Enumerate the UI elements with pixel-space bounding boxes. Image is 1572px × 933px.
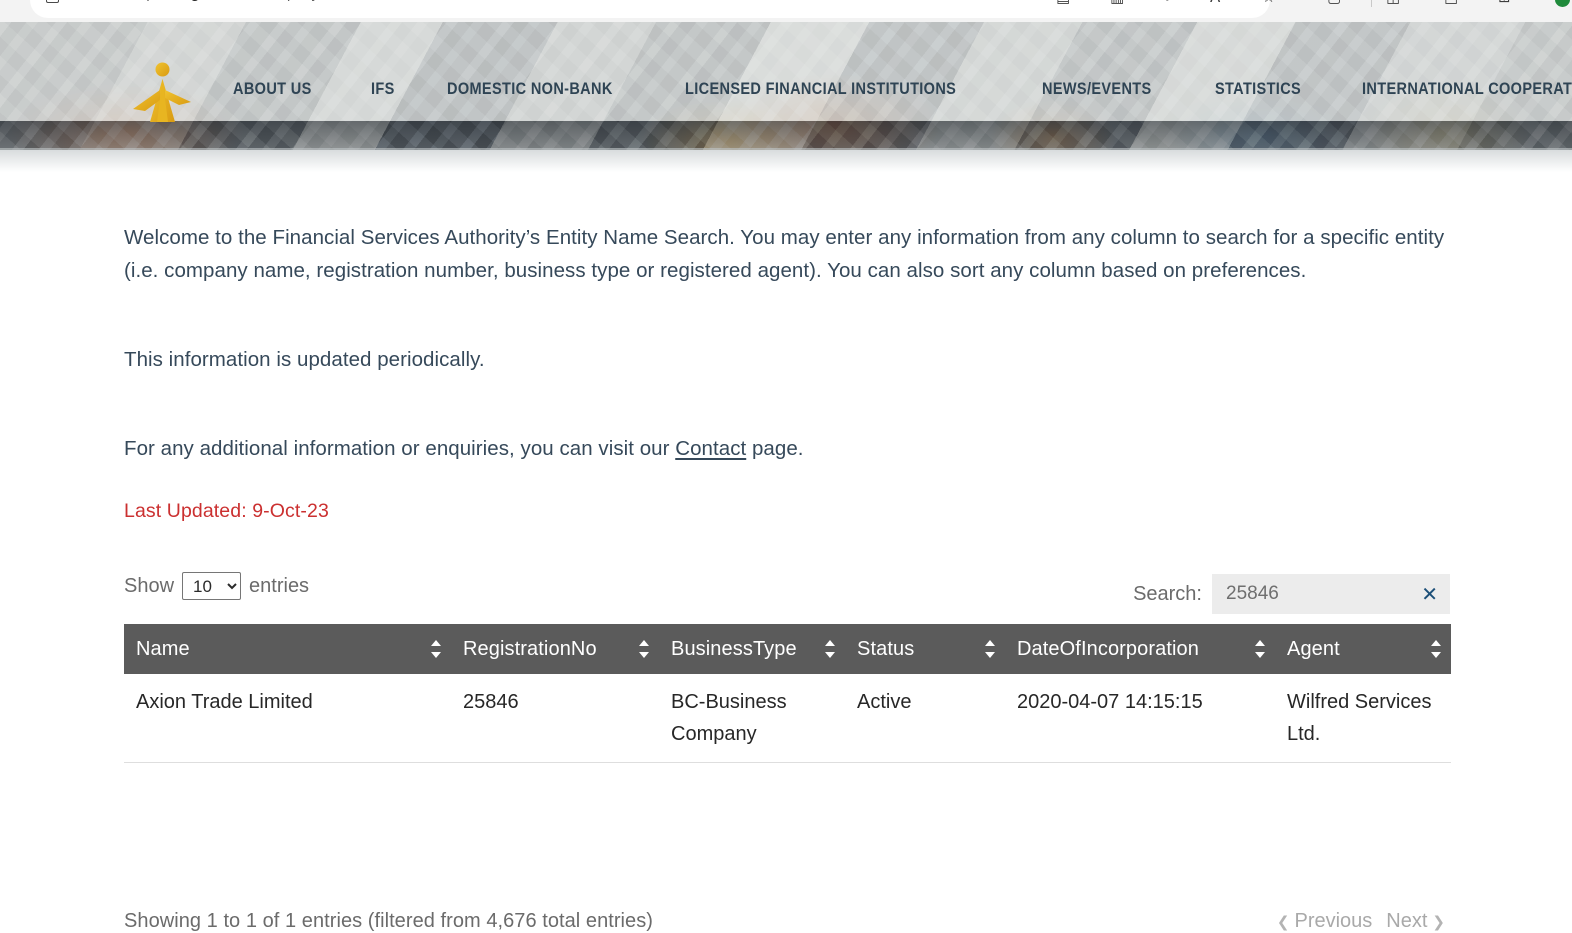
nav-international-cooperation[interactable]: INTERNATIONAL COOPERATION [1362,80,1572,99]
page-length-control: Show 10 25 50 100 entries [124,572,309,600]
url-prefix: https:// [130,0,174,2]
table-body: Axion Trade Limited 25846 BC-Business Co… [124,674,1451,763]
column-header-business-type-label: BusinessType [671,637,797,660]
column-header-registration-no[interactable]: RegistrationNo [451,624,659,674]
last-updated-text: Last Updated: 9-Oct-23 [124,500,329,522]
contact-link[interactable]: Contact [675,437,746,460]
column-header-business-type[interactable]: BusinessType [659,624,845,674]
table-info-text: Showing 1 to 1 of 1 entries (filtered fr… [124,910,653,932]
sort-arrows-icon[interactable] [825,639,836,659]
bookmark-icon[interactable]: ☆ [1262,0,1275,6]
search-input[interactable] [1212,574,1450,614]
cell-business-type: BC-Business Company [659,674,845,763]
column-header-agent[interactable]: Agent [1275,624,1451,674]
table-head: Name RegistrationNo BusinessType Status … [124,624,1451,674]
url-path: /company-name-search/ [255,0,413,2]
site-hero-banner: ABOUT US IFS DOMESTIC NON-BANK LICENSED … [0,22,1572,150]
page-length-select[interactable]: 10 25 50 100 [182,572,242,600]
hero-photo-strip [0,121,1572,150]
toolbar-divider [1371,0,1372,7]
entity-results-table: Name RegistrationNo BusinessType Status … [124,624,1451,763]
search-input-wrapper: ✕ [1212,574,1450,614]
main-navigation: ABOUT US IFS DOMESTIC NON-BANK LICENSED … [233,80,1572,99]
sort-arrows-icon[interactable] [985,639,996,659]
chevron-right-icon[interactable]: ❯ [1427,913,1450,931]
nav-ifs[interactable]: IFS [371,80,395,99]
table-row[interactable]: Axion Trade Limited 25846 BC-Business Co… [124,674,1451,763]
shopping-icon[interactable]: ◌ [1162,0,1172,2]
intro-paragraph-2: This information is updated periodically… [124,347,485,371]
column-header-status[interactable]: Status [845,624,1005,674]
collections-icon[interactable]: ▤ [1056,0,1070,6]
search-label: Search: [1133,582,1202,605]
profile-avatar[interactable] [1555,0,1570,7]
split-screen-icon[interactable]: ◫ [1386,0,1400,6]
nav-news-events[interactable]: NEWS/EVENTS [1042,80,1152,99]
nav-licensed-financial-institutions[interactable]: LICENSED FINANCIAL INSTITUTIONS [685,80,956,99]
url-domain: svgfsa.com [174,0,255,2]
wallet-icon[interactable]: ▥ [1110,0,1124,6]
tab-favicon-icon [46,0,59,3]
cell-registration-no: 25846 [451,674,659,763]
show-label: Show [124,574,175,597]
intro-paragraph-3-before: For any additional information or enquir… [124,436,676,460]
intro-paragraph-1: Welcome to the Financial Services Author… [124,225,1445,282]
browser-chrome: https://svgfsa.com/company-name-search/ … [0,0,1572,22]
cell-name: Axion Trade Limited [124,674,451,763]
hero-bottom-fade [0,148,1572,172]
sort-arrows-icon[interactable] [639,639,650,659]
entries-label: entries [249,574,310,597]
address-bar[interactable] [30,0,1270,18]
browser-essentials-icon[interactable]: ◰ [1444,0,1458,6]
column-header-date-of-incorporation-label: DateOfIncorporation [1017,637,1199,660]
sort-arrows-icon[interactable] [1431,639,1442,659]
search-filter-control: Search: ✕ [1133,574,1450,614]
next-page-button[interactable]: Next [1386,910,1427,933]
previous-page-button[interactable]: Previous [1294,910,1386,933]
nav-about-us[interactable]: ABOUT US [233,80,312,99]
reading-mode-icon[interactable]: A [1210,0,1220,6]
cell-status: Active [845,674,1005,763]
column-header-registration-no-label: RegistrationNo [463,637,597,660]
column-header-status-label: Status [857,637,915,660]
intro-paragraph-3: For any additional information or enquir… [124,432,1454,465]
pagination-controls: ❮ Previous Next ❯ [1272,910,1450,933]
chevron-left-icon[interactable]: ❮ [1272,913,1295,931]
column-header-agent-label: Agent [1287,637,1340,660]
datatable-controls: Show 10 25 50 100 entries Search: ✕ [0,570,1572,616]
cell-agent: Wilfred Services Ltd. [1275,674,1451,763]
intro-paragraph-3-after: page. [746,436,804,460]
column-header-name-label: Name [136,637,190,660]
address-bar-url[interactable]: https://svgfsa.com/company-name-search/ [130,0,414,2]
sort-arrows-icon[interactable] [1255,639,1266,659]
clear-search-icon[interactable]: ✕ [1421,584,1438,604]
nav-statistics[interactable]: STATISTICS [1215,80,1301,99]
column-header-name[interactable]: Name [124,624,451,674]
chat-icon[interactable]: ▢ [1327,0,1341,6]
add-tab-icon[interactable]: ⊞ [1498,0,1511,6]
cell-date-of-incorporation: 2020-04-07 14:15:15 [1005,674,1275,763]
sort-arrows-icon[interactable] [431,639,442,659]
fsa-logo[interactable] [131,60,193,134]
nav-domestic-non-bank[interactable]: DOMESTIC NON-BANK [447,80,613,99]
table-header-row: Name RegistrationNo BusinessType Status … [124,624,1451,674]
hero-overlay [0,22,1572,121]
column-header-date-of-incorporation[interactable]: DateOfIncorporation [1005,624,1275,674]
